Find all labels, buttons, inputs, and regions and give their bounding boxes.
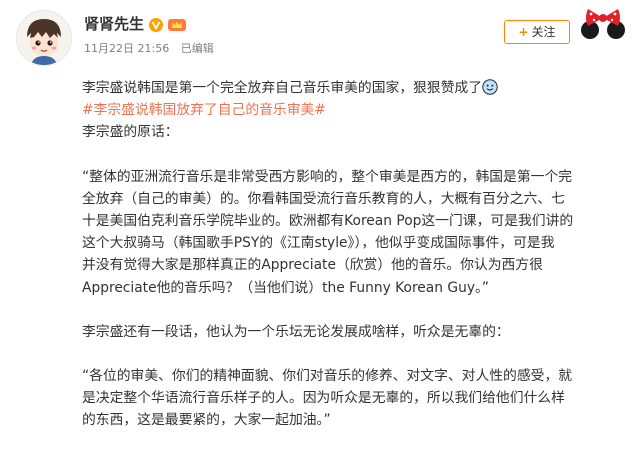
post-content: 李宗盛说韩国是第一个完全放弃自己音乐审美的国家，狠狠赞成了 #李宗盛说韩国放弃了… [82, 77, 634, 432]
author-header: 肾肾先生 [84, 14, 187, 34]
verified-icon [149, 17, 164, 32]
follow-label: 关注 [531, 25, 556, 39]
quote-line: “各位的审美、你们的精神面貌、你们对音乐的修养、对文字、对人性的感受，就 [82, 368, 573, 385]
avatar-illustration [17, 11, 71, 65]
post-line: 李宗盛说韩国是第一个完全放弃自己音乐审美的国家，狠狠赞成了 [82, 77, 634, 99]
author-name[interactable]: 肾肾先生 [84, 14, 144, 34]
plus-icon: + [518, 25, 529, 39]
quote-line: 的东西，这是最要紧的，大家一起加油。” [82, 412, 331, 429]
quote-line: “整体的亚洲流行音乐是非常受西方影响的，整个审美是西方的，韩国是第一个完 [82, 168, 573, 185]
post-line: 李宗盛还有一段话，他认为一个乐坛无论发展成啥样，听众是无辜的： [82, 323, 510, 340]
minnie-decoration [576, 4, 630, 44]
quote-line: Appreciate他的音乐吗？（当他们说）the Funny Korean G… [82, 279, 490, 296]
post-date[interactable]: 11月22日 21:56 [84, 42, 169, 55]
edited-label[interactable]: 已编辑 [181, 42, 214, 55]
post-meta: 11月22日 21:56 已编辑 [84, 42, 222, 56]
quote-line: 这个大叔骑马（韩国歌手PSY的《江南style》），他似乎变成国际事件，可是我 [82, 235, 555, 252]
smile-emoji-icon [482, 79, 498, 95]
follow-button[interactable]: + 关注 [504, 20, 570, 44]
quote-line: 是决定整个华语流行音乐样子的人。因为听众是无辜的，所以我们给他们什么样 [82, 390, 565, 407]
quote-line: 十是美国伯克利音乐学院毕业的。欧洲都有Korean Pop这一门课，可是我们讲的 [82, 213, 574, 230]
avatar[interactable] [16, 10, 72, 66]
quote-line: 并没有觉得大家是那样真正的Appreciate（欣赏）他的音乐。你认为西方很 [82, 257, 543, 274]
quote-line: 全放弃（自己的审美）的。你看韩国受流行音乐教育的人，大概有百分之六、七 [82, 190, 565, 207]
crown-badge-icon[interactable] [168, 17, 187, 31]
hashtag-link[interactable]: #李宗盛说韩国放弃了自己的音乐审美# [82, 99, 634, 121]
post-line: 李宗盛的原话： [82, 124, 179, 141]
